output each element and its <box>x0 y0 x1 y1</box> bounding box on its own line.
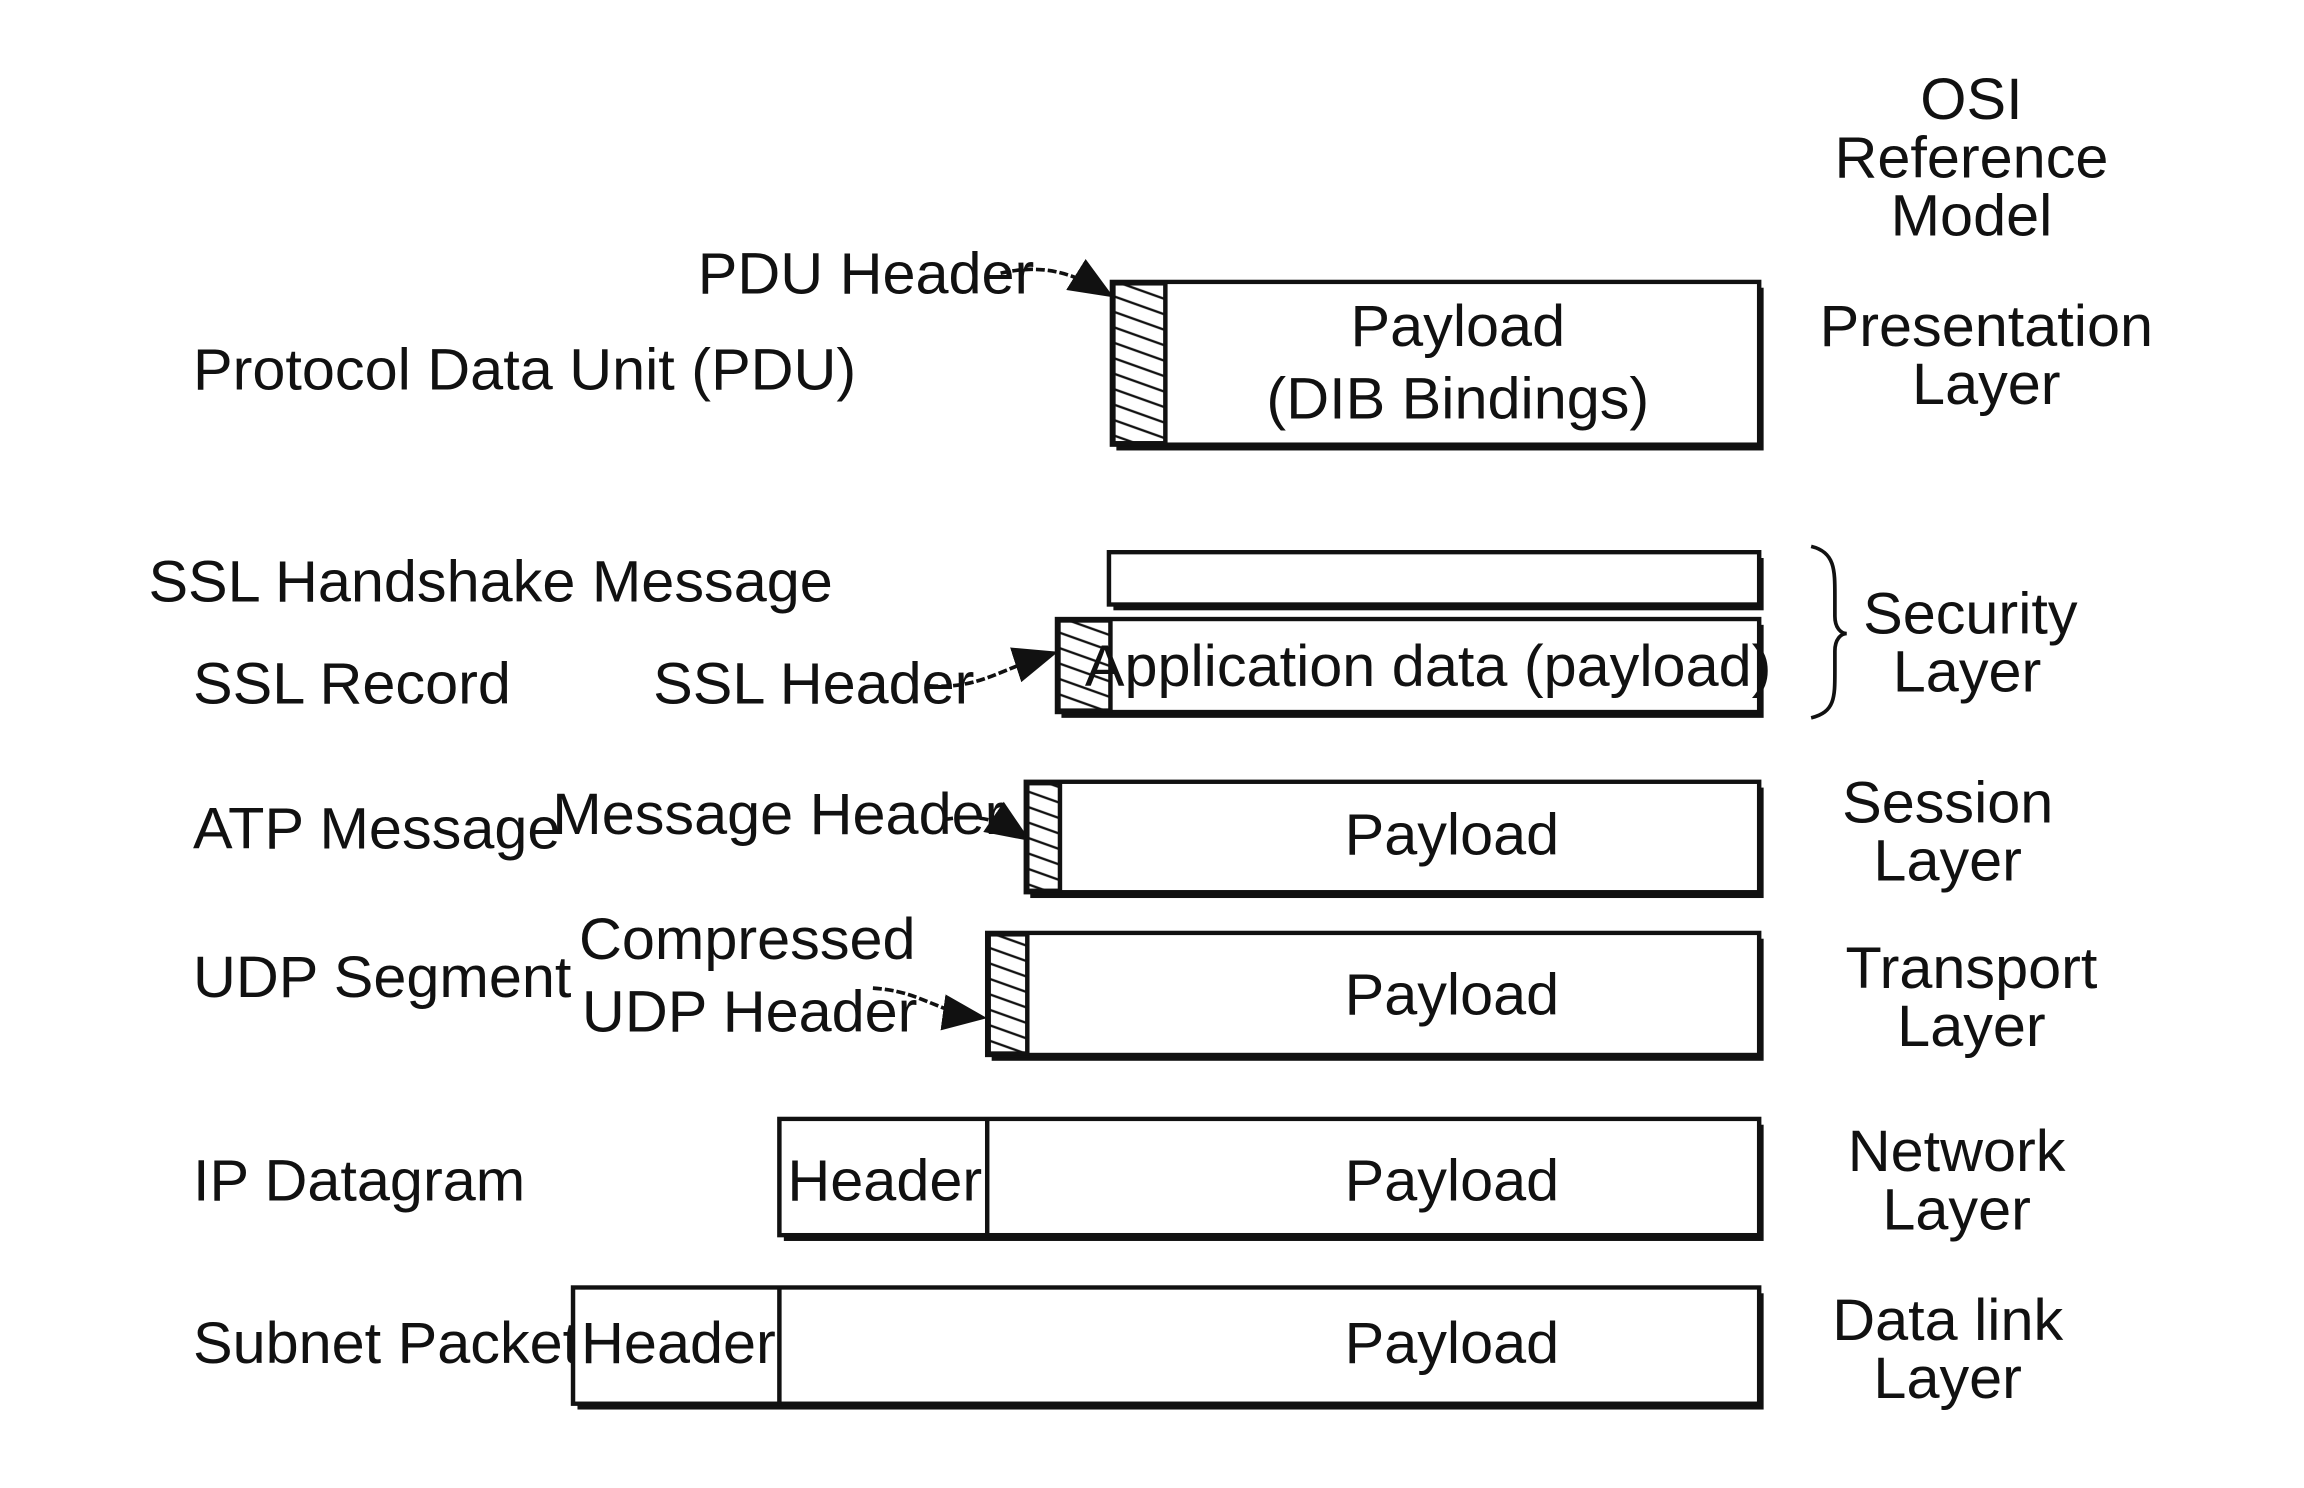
security-layer: Security Layer <box>1810 544 2078 720</box>
payload-label: Payload <box>1345 1312 1560 1376</box>
header-callout: SSL Header <box>653 652 974 716</box>
layer-label: Layer <box>1882 1178 2031 1242</box>
payload-label: Payload <box>1345 963 1560 1027</box>
header-callout: UDP Header <box>582 980 918 1044</box>
header-callout: Compressed <box>579 908 916 972</box>
header-text: Header <box>787 1149 982 1213</box>
layer-label: Transport <box>1846 937 2098 1001</box>
payload-label: Application data (payload) <box>1085 634 1772 698</box>
udp-row: UDP Segment Compressed UDP Header Payloa… <box>193 908 2097 1061</box>
header-callout: PDU Header <box>698 242 1035 306</box>
ssl-handshake-row: SSL Handshake Message <box>148 550 1764 614</box>
layer-label: Layer <box>1873 1346 2022 1410</box>
unit-label: IP Datagram <box>193 1149 525 1213</box>
pdu-header-block <box>1111 281 1168 446</box>
layer-label: Layer <box>1893 640 2042 704</box>
layer-label: Presentation <box>1820 294 2153 358</box>
osi-title-line: OSI <box>1920 68 2022 132</box>
osi-pdu-diagram: OSI Reference Model Protocol Data Unit (… <box>148 68 2153 1411</box>
header-callout: Message Header <box>552 783 1004 847</box>
ssl-record-row: SSL Record SSL Header Application data (… <box>193 616 1772 718</box>
osi-title: OSI Reference Model <box>1834 68 2108 249</box>
subnet-row: Subnet Packet Header Payload Data link L… <box>193 1285 2064 1411</box>
unit-label: Subnet Packet <box>193 1312 579 1376</box>
brace-icon <box>1810 544 1847 720</box>
payload-label: Payload <box>1345 1149 1560 1213</box>
unit-label: SSL Record <box>193 652 511 716</box>
unit-label: UDP Segment <box>193 945 571 1009</box>
unit-label: ATP Message <box>193 797 560 861</box>
unit-label: SSL Handshake Message <box>148 550 832 614</box>
pdu-row: Protocol Data Unit (PDU) PDU Header Payl… <box>193 242 2153 451</box>
payload-label: Payload <box>1351 294 1566 358</box>
layer-label: Network <box>1848 1120 2066 1184</box>
handshake-box <box>1106 550 1762 607</box>
layer-label: Layer <box>1897 995 2046 1059</box>
layer-label: Layer <box>1912 353 2061 417</box>
osi-title-line: Reference <box>1834 126 2108 190</box>
unit-label: Protocol Data Unit (PDU) <box>193 338 856 402</box>
layer-label: Security <box>1863 582 2078 646</box>
osi-title-line: Model <box>1891 184 2053 248</box>
message-header-block <box>1025 781 1063 893</box>
layer-label: Session <box>1842 771 2053 835</box>
header-text: Header <box>581 1312 776 1376</box>
layer-label: Layer <box>1873 829 2022 893</box>
payload-label: (DIB Bindings) <box>1266 367 1649 431</box>
layer-label: Data link <box>1832 1288 2064 1352</box>
ip-row: IP Datagram Header Payload Network Layer <box>193 1116 2066 1242</box>
payload-label: Payload <box>1345 803 1560 867</box>
udp-header-block <box>986 932 1030 1056</box>
atp-row: ATP Message Message Header Payload Sessi… <box>193 771 2053 899</box>
